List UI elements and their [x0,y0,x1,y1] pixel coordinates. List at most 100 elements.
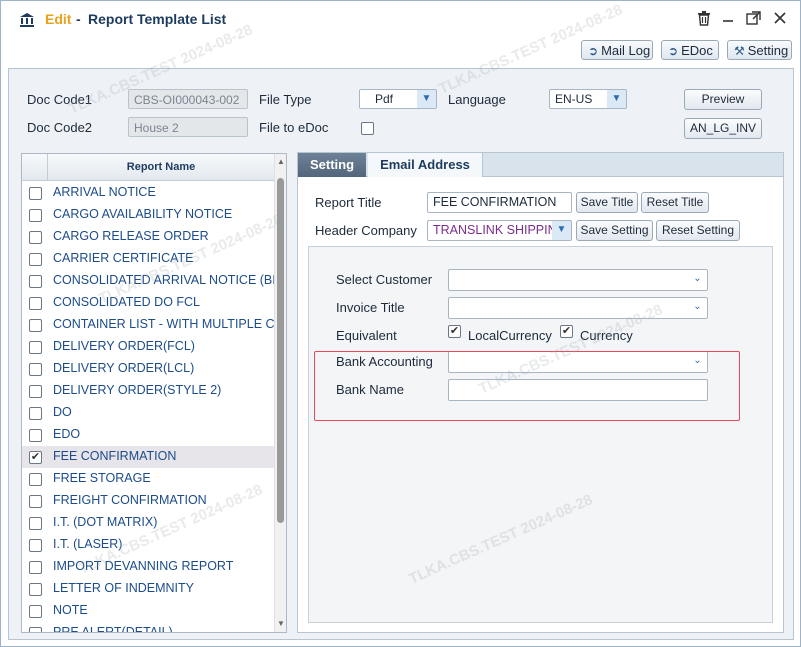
list-item[interactable]: I.T. (LASER) [22,534,274,556]
report-checkbox[interactable] [29,605,42,618]
report-checkbox[interactable] [29,385,42,398]
list-item[interactable]: CONSOLIDATED ARRIVAL NOTICE (BIL [22,270,283,292]
close-icon[interactable] [771,11,789,29]
report-checkbox[interactable] [29,341,42,354]
list-item[interactable]: PRE ALERT(DETAIL) [22,622,274,632]
report-name[interactable]: CONSOLIDATED ARRIVAL NOTICE (BIL [53,273,283,287]
report-checkbox[interactable] [29,363,42,376]
report-checkbox[interactable] [29,561,42,574]
list-item[interactable]: FREIGHT CONFIRMATION [22,490,274,512]
report-name[interactable]: PRE ALERT(DETAIL) [53,625,173,632]
scroll-down-icon[interactable]: ▼ [275,618,286,630]
report-checkbox[interactable] [29,187,42,200]
report-list-header: Report Name [22,154,274,181]
report-checkbox[interactable]: ✔ [29,451,42,464]
report-name[interactable]: ARRIVAL NOTICE [53,185,156,199]
list-item[interactable]: DO [22,402,274,424]
edoc-button[interactable]: ➲ EDoc [661,40,719,60]
minimize-icon[interactable] [719,11,737,29]
report-checkbox[interactable] [29,429,42,442]
scroll-up-icon[interactable]: ▲ [275,156,286,168]
preview-button[interactable]: Preview [684,89,762,110]
list-item[interactable]: NOTE [22,600,274,622]
report-name[interactable]: DELIVERY ORDER(FCL) [53,339,195,353]
list-item[interactable]: EDO [22,424,274,446]
file-to-edoc-checkbox[interactable] [361,122,374,135]
save-setting-button[interactable]: Save Setting [576,220,653,241]
report-checkbox[interactable] [29,231,42,244]
an-lg-inv-button[interactable]: AN_LG_INV [684,118,762,139]
invoice-title-select[interactable]: ⌄ [448,297,708,319]
mail-log-button[interactable]: ➲ Mail Log [581,40,653,60]
scroll-thumb[interactable] [277,178,284,523]
list-item[interactable]: CARGO RELEASE ORDER [22,226,274,248]
report-list: Report Name ARRIVAL NOTICE CARGO AVAILABI… [21,153,287,633]
report-title-input[interactable]: FEE CONFIRMATION [427,192,572,213]
report-name[interactable]: I.T. (LASER) [53,537,122,551]
reset-setting-button[interactable]: Reset Setting [656,220,740,241]
report-checkbox[interactable] [29,209,42,222]
invoice-title-label: Invoice Title [336,300,405,315]
report-name[interactable]: FREIGHT CONFIRMATION [53,493,207,507]
report-checkbox[interactable] [29,517,42,530]
report-checkbox[interactable] [29,495,42,508]
report-checkbox[interactable] [29,319,42,332]
equivalent-label: Equivalent [336,328,397,343]
select-customer-label: Select Customer [336,272,433,287]
mail-log-icon: ➲ [588,44,599,58]
report-name[interactable]: CONSOLIDATED DO FCL [53,295,200,309]
report-checkbox[interactable] [29,297,42,310]
report-name[interactable]: CARGO RELEASE ORDER [53,229,209,243]
setting-button[interactable]: ⚒ Setting [727,40,792,60]
report-name[interactable]: I.T. (DOT MATRIX) [53,515,157,529]
list-item[interactable]: I.T. (DOT MATRIX) [22,512,274,534]
currency-checkbox[interactable]: ✔ [560,325,573,338]
report-name[interactable]: CARRIER CERTIFICATE [53,251,194,265]
tab-email-address[interactable]: Email Address [368,153,483,177]
report-checkbox[interactable] [29,275,42,288]
header-company-select[interactable]: TRANSLINK SHIPPIN ▼ [427,220,572,241]
chevron-down-icon: ⌄ [688,270,707,290]
list-item[interactable]: DELIVERY ORDER(LCL) [22,358,274,380]
report-checkbox[interactable] [29,627,42,632]
reset-title-button[interactable]: Reset Title [641,192,709,213]
list-item[interactable]: CONTAINER LIST - WITH MULTIPLE CO [22,314,284,336]
list-item[interactable]: DELIVERY ORDER(STYLE 2) [22,380,274,402]
report-name[interactable]: LETTER OF INDEMNITY [53,581,194,595]
maximize-icon[interactable] [744,11,762,29]
save-title-button[interactable]: Save Title [576,192,638,213]
file-type-select[interactable]: Pdf ▼ [359,89,437,109]
report-name[interactable]: DO [53,405,72,419]
report-name[interactable]: FREE STORAGE [53,471,151,485]
list-item[interactable]: IMPORT DEVANNING REPORT [22,556,274,578]
language-select[interactable]: EN-US ▼ [549,89,627,109]
chevron-down-icon: ▼ [607,90,626,108]
report-name[interactable]: EDO [53,427,80,441]
list-item[interactable]: DELIVERY ORDER(FCL) [22,336,274,358]
report-name[interactable]: CONTAINER LIST - WITH MULTIPLE CO [53,317,284,331]
report-checkbox[interactable] [29,539,42,552]
report-list-scrollbar[interactable]: ▲ ▼ [274,154,286,632]
report-checkbox[interactable] [29,583,42,596]
report-name[interactable]: NOTE [53,603,88,617]
list-item[interactable]: CONSOLIDATED DO FCL [22,292,274,314]
report-checkbox[interactable] [29,407,42,420]
list-item[interactable]: CARGO AVAILABILITY NOTICE [22,204,274,226]
report-name[interactable]: DELIVERY ORDER(STYLE 2) [53,383,221,397]
report-name[interactable]: FEE CONFIRMATION [53,449,176,463]
report-name[interactable]: DELIVERY ORDER(LCL) [53,361,194,375]
select-customer-select[interactable]: ⌄ [448,269,708,291]
report-name-column-header[interactable]: Report Name [48,161,274,173]
list-item[interactable]: LETTER OF INDEMNITY [22,578,274,600]
local-currency-checkbox[interactable]: ✔ [448,325,461,338]
list-item[interactable]: CARRIER CERTIFICATE [22,248,274,270]
trash-icon[interactable] [695,11,713,29]
tab-setting[interactable]: Setting [298,153,366,177]
list-item[interactable]: FREE STORAGE [22,468,274,490]
report-checkbox[interactable] [29,473,42,486]
list-item[interactable]: ✔ FEE CONFIRMATION [22,446,274,468]
report-checkbox[interactable] [29,253,42,266]
list-item[interactable]: ARRIVAL NOTICE [22,182,274,204]
report-name[interactable]: CARGO AVAILABILITY NOTICE [53,207,232,221]
report-name[interactable]: IMPORT DEVANNING REPORT [53,559,233,573]
